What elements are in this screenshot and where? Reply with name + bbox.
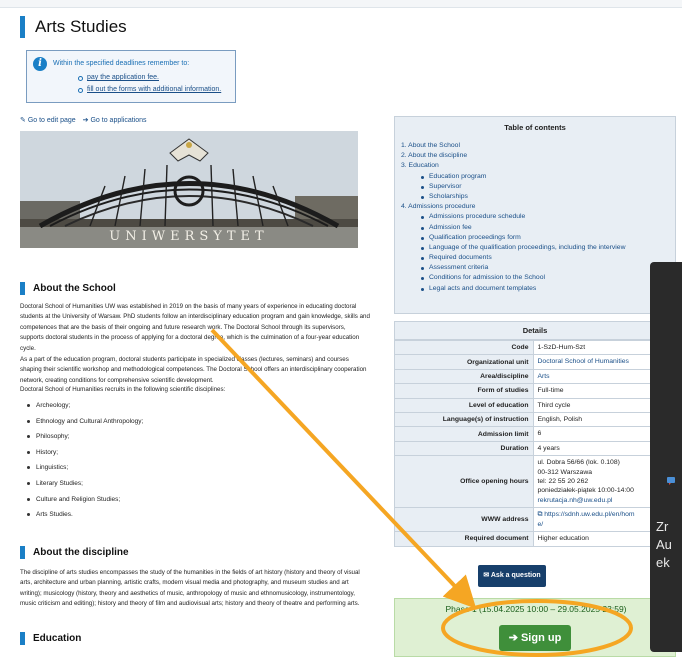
page: Arts Studies i Within the specified dead…	[0, 0, 682, 657]
annotation-circle	[441, 599, 633, 657]
annotation-arrow	[210, 328, 633, 657]
